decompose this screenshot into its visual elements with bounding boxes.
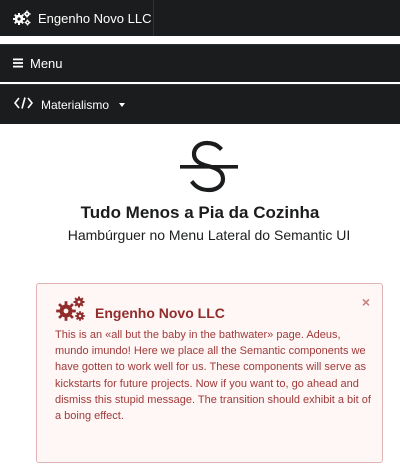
cogs-icon: [55, 295, 87, 323]
hamburger-icon: [13, 55, 23, 73]
brand-item[interactable]: Engenho Novo LLC: [0, 0, 154, 36]
code-icon: [13, 96, 34, 114]
strikethrough-s-icon: [178, 140, 240, 196]
menu-toggle[interactable]: Menu: [0, 44, 400, 82]
dropdown-caret-icon: [119, 102, 126, 107]
menu-label: Menu: [30, 56, 63, 71]
cogs-icon: [12, 9, 32, 27]
dismissible-message: Engenho Novo LLC × This is an «all but t…: [36, 283, 383, 463]
message-body: This is an «all but the baby in the bath…: [55, 329, 371, 423]
top-bar: Engenho Novo LLC: [0, 0, 400, 36]
page-subtitle: Hambúrguer no Menu Lateral do Semantic U…: [67, 227, 351, 243]
message-header: Engenho Novo LLC: [95, 305, 225, 321]
dropdown-label: Materialismo: [41, 97, 110, 112]
close-icon[interactable]: ×: [359, 295, 373, 309]
page-title: Tudo Menos a Pia da Cozinha: [80, 203, 320, 222]
brand-label: Engenho Novo LLC: [38, 10, 152, 26]
materialismo-dropdown[interactable]: Materialismo: [0, 84, 400, 124]
